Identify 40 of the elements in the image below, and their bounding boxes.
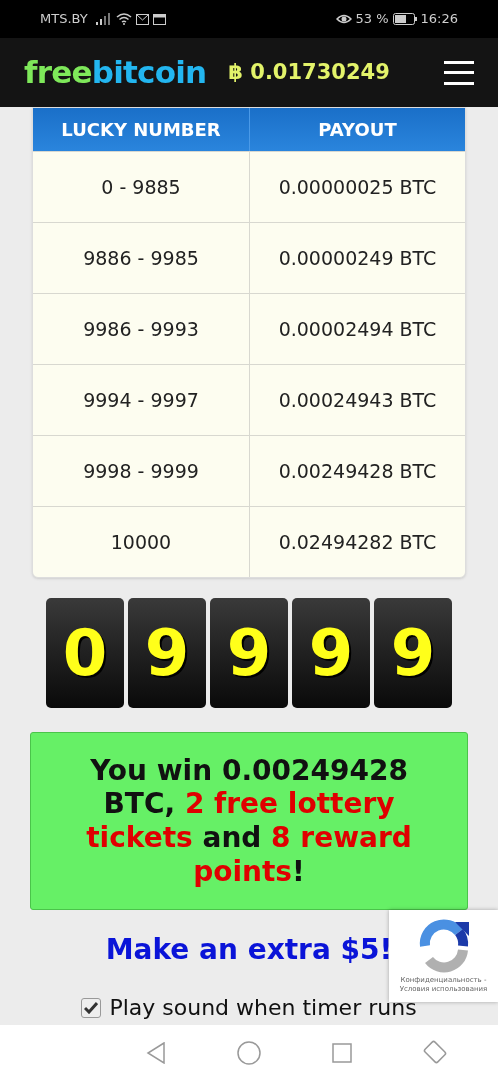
calendar-icon: [152, 13, 166, 25]
table-cell: 0.00249428 BTC: [249, 436, 465, 506]
table-cell: 0.00000249 BTC: [249, 223, 465, 293]
rotate-icon[interactable]: [421, 1038, 449, 1066]
table-cell-text: 10000: [109, 529, 173, 555]
table-cell: 0.00024943 BTC: [249, 365, 465, 435]
home-icon[interactable]: [237, 1040, 261, 1065]
back-icon[interactable]: [145, 1041, 166, 1064]
win-message: You win 0.00249428 BTC, 2 free lottery tickets and 8 reward points!: [30, 732, 468, 910]
table-cell-text: 0 - 9885: [100, 174, 182, 200]
table-cell-text: 9886 - 9985: [82, 245, 200, 271]
promo-link[interactable]: Make an extra $5!: [105, 929, 393, 971]
sound-checkbox[interactable]: [81, 997, 102, 1018]
eye-icon: [335, 13, 352, 25]
table-cell-text: 9998 - 9999: [82, 458, 200, 484]
digit-tile: 9: [210, 598, 288, 708]
battery-icon: [392, 13, 417, 25]
wifi-icon: [115, 13, 132, 25]
column-header: LUCKY NUMBER: [60, 118, 222, 142]
digit-tile: 9: [374, 598, 452, 708]
site-logo[interactable]: freebitcoin: [24, 49, 207, 96]
balance: ฿ 0.01730249: [228, 58, 390, 86]
battery-percent: 53 %: [355, 10, 389, 29]
carrier-name: MTS.BY: [40, 10, 88, 29]
mail-icon: [135, 13, 149, 25]
table-cell: 0.02494282 BTC: [249, 507, 465, 577]
table-cell-text: 9986 - 9993: [82, 316, 200, 342]
column-header: PAYOUT: [249, 108, 465, 151]
sound-label: Play sound when timer runs: [109, 994, 417, 1022]
table-cell-text: 9994 - 9997: [82, 387, 200, 413]
clock: 16:26: [420, 10, 458, 29]
digit-tile: 9: [128, 598, 206, 708]
check-icon: [84, 1001, 99, 1014]
table-cell: 0.00000025 BTC: [249, 152, 465, 222]
menu-button[interactable]: [444, 60, 474, 85]
table-cell: 0.00002494 BTC: [249, 294, 465, 364]
signal-icon: [95, 13, 112, 25]
digit-tile: 9: [292, 598, 370, 708]
digit-tile: 0: [46, 598, 124, 708]
recents-icon[interactable]: [332, 1042, 353, 1063]
